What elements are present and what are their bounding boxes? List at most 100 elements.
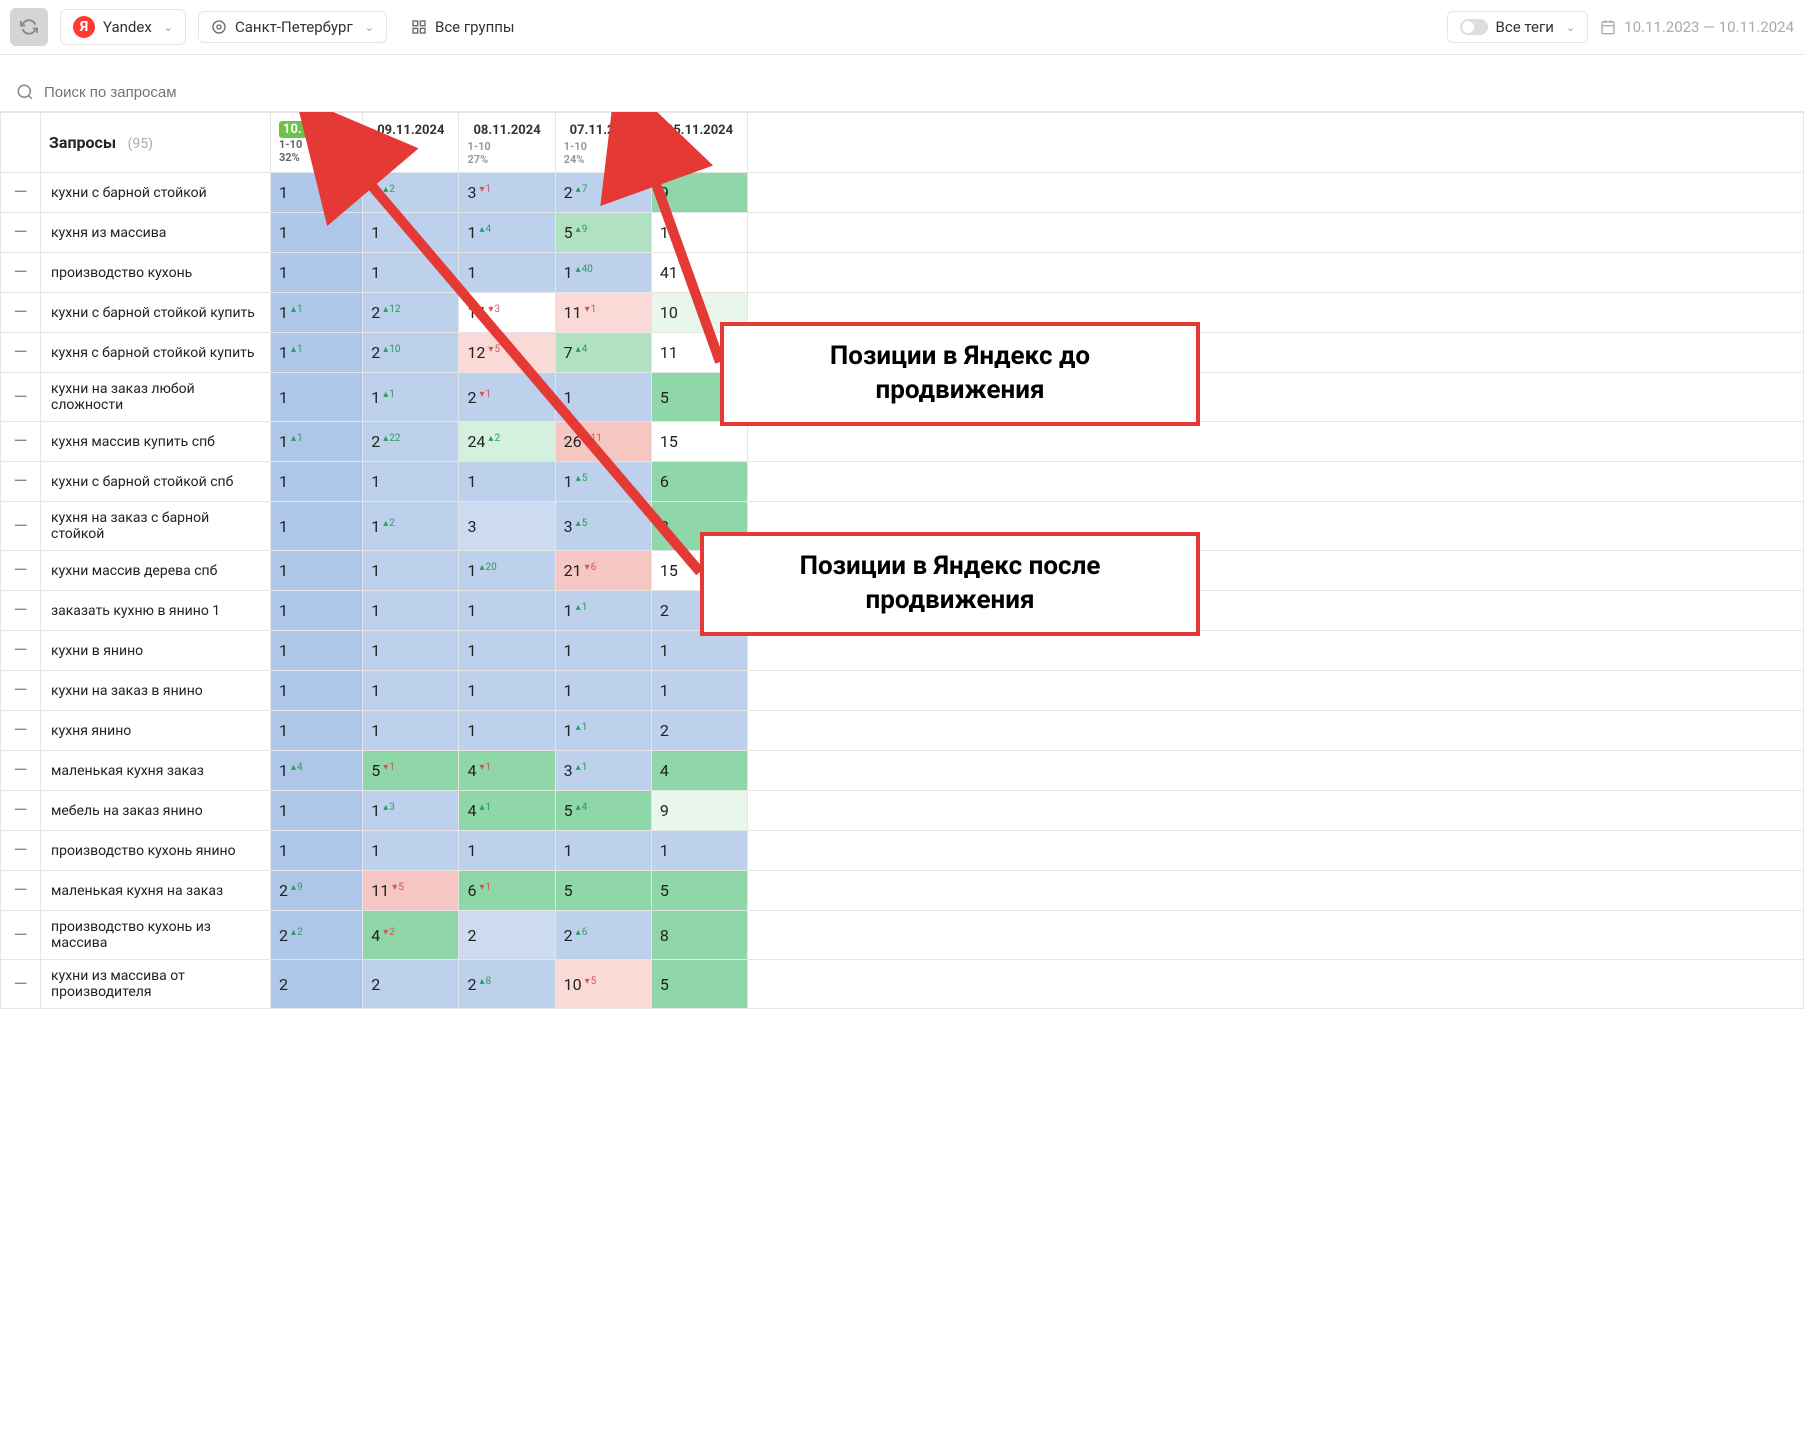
position-cell: 61: [459, 871, 555, 911]
position-cell: 11: [271, 293, 363, 333]
date-range-picker[interactable]: 10.11.2023 — 10.11.2024: [1600, 18, 1794, 36]
query-cell[interactable]: кухня с барной стойкой купить: [41, 333, 271, 373]
query-cell[interactable]: кухни на заказ любой сложности: [41, 373, 271, 422]
position-cell: 1: [271, 213, 363, 253]
query-cell[interactable]: производство кухонь: [41, 253, 271, 293]
table-row: —производство кухонь из массива22422268: [1, 911, 1804, 960]
search-engine-selector[interactable]: Я Yandex ⌄: [60, 9, 186, 45]
row-expand[interactable]: —: [1, 333, 41, 373]
position-cell: 3: [459, 502, 555, 551]
position-cell: 1: [459, 631, 555, 671]
position-cell: 14: [459, 213, 555, 253]
query-cell[interactable]: кухни с барной стойкой купить: [41, 293, 271, 333]
date-column-header[interactable]: 08.11.20241-1027%: [459, 113, 555, 173]
delta: 3: [488, 304, 500, 315]
tags-selector[interactable]: Все теги ⌄: [1447, 11, 1589, 43]
query-cell[interactable]: кухня янино: [41, 711, 271, 751]
row-expand[interactable]: —: [1, 831, 41, 871]
row-expand[interactable]: —: [1, 751, 41, 791]
position-cell: 1: [459, 711, 555, 751]
query-cell[interactable]: кухня из массива: [41, 213, 271, 253]
refresh-button[interactable]: [10, 8, 48, 46]
query-cell[interactable]: маленькая кухня заказ: [41, 751, 271, 791]
query-cell[interactable]: кухни на заказ в янино: [41, 671, 271, 711]
chevron-down-icon: ⌄: [1566, 21, 1575, 34]
row-expand[interactable]: —: [1, 502, 41, 551]
table-row: —кухни на заказ в янино11111: [1, 671, 1804, 711]
query-cell[interactable]: кухни массив дерева спб: [41, 551, 271, 591]
row-expand[interactable]: —: [1, 551, 41, 591]
row-expand[interactable]: —: [1, 293, 41, 333]
row-expand[interactable]: —: [1, 671, 41, 711]
position-cell: 242: [459, 422, 555, 462]
table-row: —кухня янино111112: [1, 711, 1804, 751]
annotation-before: Позиции в Яндекс до продвижения: [720, 322, 1200, 426]
query-cell[interactable]: мебель на заказ янино: [41, 791, 271, 831]
query-cell[interactable]: заказать кухню в янино 1: [41, 591, 271, 631]
row-expand[interactable]: —: [1, 213, 41, 253]
search-input[interactable]: [44, 84, 1788, 101]
position-cell: 11: [271, 333, 363, 373]
delta: 1: [291, 304, 303, 315]
delta: 22: [383, 433, 400, 444]
query-cell[interactable]: кухни с барной стойкой: [41, 173, 271, 213]
query-cell[interactable]: производство кухонь янино: [41, 831, 271, 871]
row-expand[interactable]: —: [1, 791, 41, 831]
query-cell[interactable]: кухни с барной стойкой спб: [41, 462, 271, 502]
position-cell: 111: [555, 293, 651, 333]
query-cell[interactable]: кухня на заказ с барной стойкой: [41, 502, 271, 551]
query-cell[interactable]: кухня массив купить спб: [41, 422, 271, 462]
position-cell: 12: [363, 173, 459, 213]
position-cell: 41: [459, 791, 555, 831]
row-expand[interactable]: —: [1, 871, 41, 911]
table-row: —производство кухонь янино11111: [1, 831, 1804, 871]
row-expand[interactable]: —: [1, 253, 41, 293]
row-expand[interactable]: —: [1, 422, 41, 462]
groups-selector[interactable]: Все группы: [399, 12, 527, 42]
position-cell: 1: [459, 462, 555, 502]
date-column-header[interactable]: 05.11.20241-1023%: [651, 113, 747, 173]
position-cell: 1: [271, 671, 363, 711]
row-expand[interactable]: —: [1, 911, 41, 960]
date-pct: 32%: [279, 151, 354, 164]
delta: 1: [585, 304, 597, 315]
position-cell: 1: [363, 591, 459, 631]
queries-header: Запросы: [49, 133, 116, 152]
chevron-down-icon: ⌄: [164, 21, 173, 34]
position-cell: 31: [459, 173, 555, 213]
position-cell: 1: [363, 631, 459, 671]
delta: 2: [383, 518, 395, 529]
position-cell: 210: [363, 333, 459, 373]
date-column-header[interactable]: 07.11.20241-1024%: [555, 113, 651, 173]
date-label: 05.11.2024: [660, 119, 739, 140]
row-expand[interactable]: —: [1, 462, 41, 502]
query-cell[interactable]: производство кухонь из массива: [41, 911, 271, 960]
position-cell: 42: [363, 911, 459, 960]
date-label: 08.11.2024: [467, 119, 546, 140]
delta: 2: [488, 433, 500, 444]
position-cell: 5: [651, 871, 747, 911]
date-column-header[interactable]: 09.11.20241-1029%: [363, 113, 459, 173]
query-cell[interactable]: кухни в янино: [41, 631, 271, 671]
row-expand[interactable]: —: [1, 173, 41, 213]
row-expand[interactable]: —: [1, 711, 41, 751]
table-row: —маленькая кухня заказ145141314: [1, 751, 1804, 791]
position-cell: 21: [459, 373, 555, 422]
position-cell: 59: [555, 213, 651, 253]
row-expand[interactable]: —: [1, 591, 41, 631]
position-cell: 120: [459, 551, 555, 591]
date-column-header[interactable]: 10.11.20241-1032%: [271, 113, 363, 173]
position-cell: 13: [363, 791, 459, 831]
position-cell: 1: [555, 373, 651, 422]
query-cell[interactable]: маленькая кухня на заказ: [41, 871, 271, 911]
row-expand[interactable]: —: [1, 631, 41, 671]
region-selector[interactable]: Санкт-Петербург ⌄: [198, 11, 387, 43]
position-cell: 1: [459, 671, 555, 711]
query-cell[interactable]: кухни из массива от производителя: [41, 960, 271, 1009]
position-cell: 1: [363, 213, 459, 253]
delta: 20: [479, 562, 496, 573]
row-expand[interactable]: —: [1, 960, 41, 1009]
delta: 4: [291, 762, 303, 773]
position-cell: 2: [651, 711, 747, 751]
row-expand[interactable]: —: [1, 373, 41, 422]
